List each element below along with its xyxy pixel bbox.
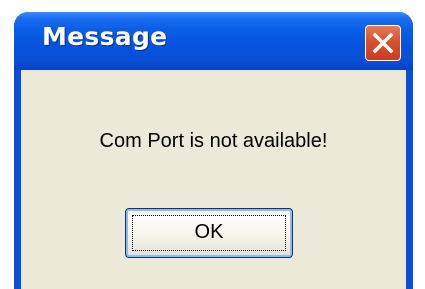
message-dialog: Message Com Port is not available! OK [14,12,413,289]
close-x-icon [372,32,394,54]
ok-button-label: OK [194,221,224,243]
message-text: Com Port is not available! [99,130,328,152]
dialog-body: Com Port is not available! OK [21,70,406,289]
title-bar[interactable]: Message [14,12,413,70]
ok-button[interactable]: OK [125,208,293,258]
window-title: Message [42,22,168,51]
close-button[interactable] [365,25,401,61]
